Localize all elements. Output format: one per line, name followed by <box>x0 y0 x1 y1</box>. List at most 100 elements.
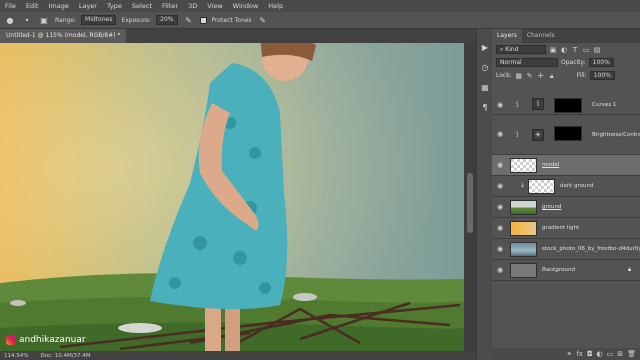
range-select[interactable]: Midtones <box>81 15 117 25</box>
grid-icon[interactable]: ▦ <box>480 83 490 93</box>
tab-channels[interactable]: Channels <box>522 29 560 43</box>
chain-icon: ⟆ <box>516 101 519 108</box>
visibility-eye-icon[interactable]: ◉ <box>497 131 504 138</box>
visibility-eye-icon[interactable]: ◉ <box>497 183 504 190</box>
new-layer-icon[interactable]: ⊞ <box>617 350 623 358</box>
brightness-contrast-icon: ☀ <box>532 129 544 141</box>
layer-name: Background <box>542 267 575 273</box>
layer-name: stock_photo_06_by_frostbo-d4dur0y <box>542 246 640 252</box>
document-tab[interactable]: Untitled-1 @ 115% (model, RGB/8#) * <box>0 29 127 43</box>
fill-input[interactable]: 100% <box>589 71 615 80</box>
layer-style-icon[interactable]: fx <box>576 350 583 358</box>
airbrush-icon[interactable]: ✎ <box>183 15 195 26</box>
shape-filter-icon[interactable]: ▭ <box>582 46 590 54</box>
layer-name: Curves 1 <box>592 102 617 108</box>
menu-view[interactable]: View <box>202 2 227 10</box>
layer-thumbnail <box>510 200 537 215</box>
layer-row[interactable]: ◉ ground <box>492 197 640 218</box>
brush-size-icon[interactable]: • <box>21 15 33 26</box>
document-tab-title: Untitled-1 @ 115% (model, RGB/8#) * <box>6 32 121 39</box>
exposure-input[interactable]: 20% <box>156 15 178 25</box>
lock-pixels-icon[interactable]: ✎ <box>526 72 534 80</box>
layer-name: ground <box>542 204 562 210</box>
fill-label: Fill: <box>576 72 587 79</box>
watermark: andhikazanuar <box>6 335 86 345</box>
menu-filter[interactable]: Filter <box>157 2 183 10</box>
history-icon[interactable]: ◷ <box>480 63 490 73</box>
menu-help[interactable]: Help <box>263 2 288 10</box>
adjustment-layer-icon[interactable]: ◐ <box>597 350 603 358</box>
layers-panel-footer: ⚭ fx ◘ ◐ ▭ ⊞ 🗑︎ <box>492 348 640 360</box>
lock-position-icon[interactable]: ✛ <box>537 72 545 80</box>
layer-thumbnail <box>528 179 555 194</box>
layer-thumbnail <box>510 221 537 236</box>
pressure-icon[interactable]: ✎ <box>257 15 269 26</box>
layer-mask-thumbnail <box>554 126 582 141</box>
status-bar: 114.54% Doc: 10.4M/37.4M <box>0 351 476 360</box>
opacity-label: Opacity: <box>561 59 586 66</box>
clipping-arrow-icon: ↓ <box>520 182 526 189</box>
pixel-filter-icon[interactable]: ▣ <box>549 46 557 54</box>
visibility-eye-icon[interactable]: ◉ <box>497 102 504 109</box>
options-bar: ● • ▣ Range: Midtones Exposure: 20% ✎ Pr… <box>0 12 640 29</box>
layer-row[interactable]: ◉ ⟆ ☀ Brightness/Contrast 1 <box>492 115 640 155</box>
visibility-eye-icon[interactable]: ◉ <box>497 267 504 274</box>
link-layers-icon[interactable]: ⚭ <box>566 350 572 358</box>
trash-icon[interactable]: 🗑︎ <box>627 350 636 358</box>
layer-name: Brightness/Contrast 1 <box>592 132 640 138</box>
lock-all-icon[interactable]: 🔒︎ <box>548 72 556 80</box>
menu-select[interactable]: Select <box>127 2 157 10</box>
range-label: Range: <box>55 16 77 24</box>
dodge-tool-icon[interactable]: ● <box>4 15 16 26</box>
play-icon[interactable]: ▶ <box>480 43 490 53</box>
layer-row[interactable]: ◉ ↓ dark ground <box>492 176 640 197</box>
opacity-input[interactable]: 100% <box>588 58 614 67</box>
document-canvas[interactable]: andhikazanuar <box>0 43 464 351</box>
type-filter-icon[interactable]: T <box>571 46 579 54</box>
paragraph-icon[interactable]: ¶ <box>480 103 490 113</box>
smart-object-filter-icon[interactable]: ▤ <box>593 46 601 54</box>
layer-name: model <box>542 162 560 168</box>
menu-3d[interactable]: 3D <box>183 2 202 10</box>
adjustment-filter-icon[interactable]: ◐ <box>560 46 568 54</box>
layer-mask-thumbnail <box>554 98 582 113</box>
menu-type[interactable]: Type <box>102 2 127 10</box>
menu-image[interactable]: Image <box>43 2 73 10</box>
curves-icon: ⌇ <box>532 98 544 110</box>
layer-row[interactable]: ◉ model <box>492 155 640 176</box>
layers-panel: Layers Channels ⌕ Kind ▣ ◐ T ▭ ▤ Normal … <box>492 29 640 360</box>
layers-list: ◉ ⟆ ⌇ Curves 1 ◉ ⟆ ☀ Brightness/Contrast… <box>492 95 640 281</box>
group-folder-icon[interactable]: ▭ <box>607 350 614 358</box>
menu-window[interactable]: Window <box>228 2 264 10</box>
menu-edit[interactable]: Edit <box>21 2 44 10</box>
layer-row[interactable]: ◉ stock_photo_06_by_frostbo-d4dur0y <box>492 239 640 260</box>
panel-icon-strip: ▶ ◷ ▦ ¶ <box>476 29 492 360</box>
layer-row[interactable]: ◉ ⟆ ⌇ Curves 1 <box>492 95 640 115</box>
filter-kind-select[interactable]: ⌕ Kind <box>496 45 546 54</box>
visibility-eye-icon[interactable]: ◉ <box>497 225 504 232</box>
visibility-eye-icon[interactable]: ◉ <box>497 162 504 169</box>
layer-row[interactable]: ◉ Background 🔒︎ <box>492 260 640 281</box>
layer-thumbnail <box>510 158 537 173</box>
layer-row[interactable]: ◉ gradient light <box>492 218 640 239</box>
layer-thumbnail <box>510 242 537 257</box>
scrollbar-thumb[interactable] <box>467 173 473 233</box>
canvas-vertical-scrollbar[interactable] <box>464 43 476 351</box>
brush-panel-icon[interactable]: ▣ <box>38 15 50 26</box>
protect-tones-checkbox[interactable] <box>199 16 207 24</box>
filter-kind-label: Kind <box>505 46 519 53</box>
layer-name: dark ground <box>560 183 594 189</box>
blend-mode-select[interactable]: Normal <box>496 58 558 67</box>
layer-thumbnail <box>510 263 537 278</box>
zoom-level[interactable]: 114.54% <box>4 353 28 359</box>
menu-file[interactable]: File <box>0 2 21 10</box>
tab-layers[interactable]: Layers <box>492 29 522 43</box>
lock-transparent-icon[interactable]: ▦ <box>515 72 523 80</box>
blend-row: Normal Opacity: 100% <box>492 56 640 69</box>
protect-tones-label: Protect Tones <box>211 16 252 24</box>
menu-layer[interactable]: Layer <box>74 2 102 10</box>
add-mask-icon[interactable]: ◘ <box>587 350 593 358</box>
visibility-eye-icon[interactable]: ◉ <box>497 204 504 211</box>
layer-name: gradient light <box>542 225 580 231</box>
visibility-eye-icon[interactable]: ◉ <box>497 246 504 253</box>
